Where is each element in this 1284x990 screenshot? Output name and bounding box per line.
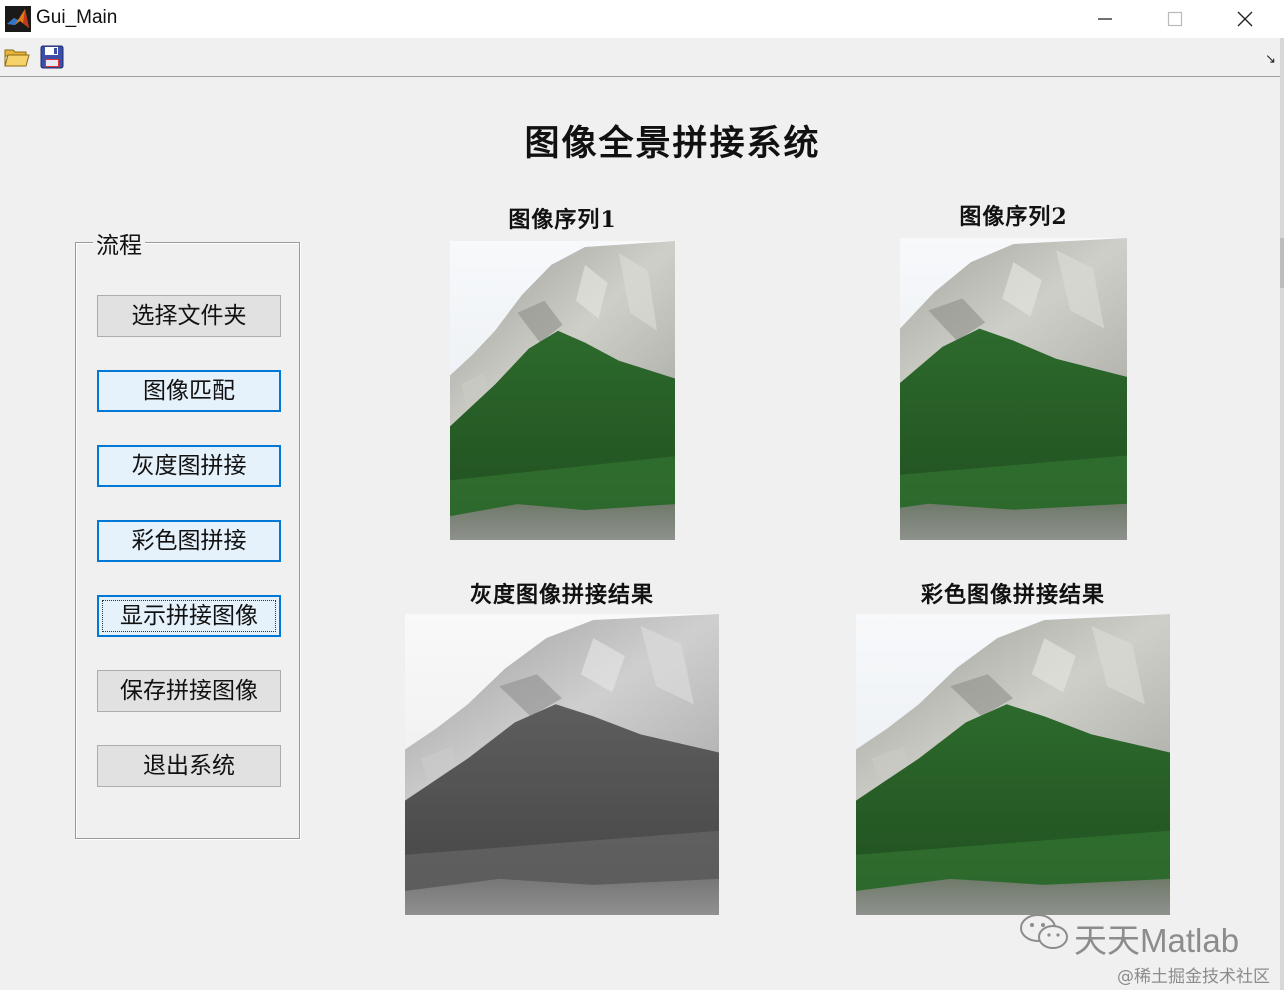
window-title: Gui_Main xyxy=(36,7,118,28)
floppy-save-icon xyxy=(40,45,64,69)
gray-stitch-button[interactable]: 灰度图拼接 xyxy=(97,445,281,487)
seq2-caption: 图像序列2 xyxy=(959,204,1068,230)
image-match-button[interactable]: 图像匹配 xyxy=(97,370,281,412)
save-stitched-button[interactable]: 保存拼接图像 xyxy=(97,670,281,712)
wechat-icon xyxy=(1018,912,1072,956)
watermark-brand: 天天Matlab xyxy=(1074,922,1240,959)
close-button[interactable] xyxy=(1211,0,1279,38)
page-title: 图像全景拼接系统 xyxy=(524,123,821,164)
folder-open-icon xyxy=(4,49,30,67)
toolbar: ↘ xyxy=(0,38,1284,77)
panel-title: 流程 xyxy=(93,226,145,260)
right-scrollbar[interactable] xyxy=(1280,38,1284,990)
color-result-caption: 彩色图像拼接结果 xyxy=(920,582,1105,608)
maximize-button[interactable] xyxy=(1141,0,1209,38)
image-sequence-2 xyxy=(900,238,1127,540)
exit-system-button[interactable]: 退出系统 xyxy=(97,745,281,787)
image-sequence-1 xyxy=(450,241,675,540)
minimize-button[interactable] xyxy=(1071,0,1139,38)
color-stitch-button[interactable]: 彩色图拼接 xyxy=(97,520,281,562)
select-folder-button[interactable]: 选择文件夹 xyxy=(97,295,281,337)
toolbar-overflow-icon[interactable]: ↘ xyxy=(1265,52,1276,67)
maximize-icon xyxy=(1167,11,1183,27)
color-stitch-result-image xyxy=(856,614,1170,915)
scrollbar-thumb[interactable] xyxy=(1280,238,1284,288)
show-stitched-button[interactable]: 显示拼接图像 xyxy=(97,595,281,637)
seq1-caption: 图像序列1 xyxy=(508,207,617,233)
close-icon xyxy=(1237,11,1253,27)
gray-result-caption: 灰度图像拼接结果 xyxy=(469,582,654,608)
open-button[interactable] xyxy=(2,42,32,72)
matlab-logo-icon xyxy=(5,6,31,32)
save-button[interactable] xyxy=(37,42,67,72)
minimize-icon xyxy=(1098,18,1112,20)
gray-stitch-result-image xyxy=(405,614,719,915)
title-bar: Gui_Main xyxy=(0,0,1284,38)
watermark-sub: @稀土掘金技术社区 xyxy=(1117,967,1270,987)
